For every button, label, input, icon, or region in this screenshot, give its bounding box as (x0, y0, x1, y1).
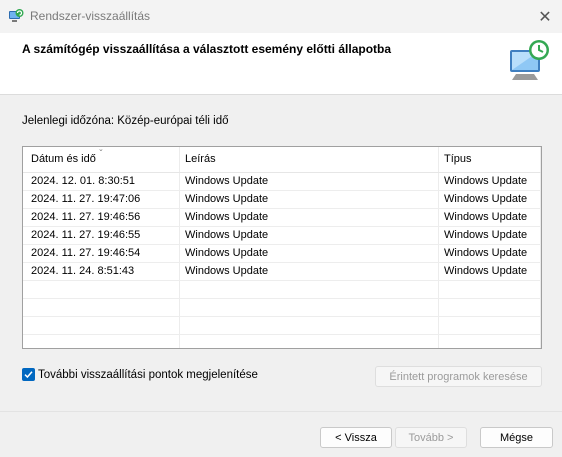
column-header-date[interactable]: Dátum és idő (31, 147, 96, 172)
back-button[interactable]: < Vissza (320, 427, 392, 448)
checkbox-checked-icon[interactable] (22, 368, 35, 381)
page-title: A számítógép visszaállítása a választott… (22, 42, 392, 56)
close-icon: ✕ (538, 8, 552, 26)
sort-descending-icon: ⌄ (98, 146, 104, 153)
empty-row (23, 281, 541, 299)
empty-row (23, 335, 541, 348)
close-button[interactable]: ✕ (528, 0, 562, 33)
next-button[interactable]: Tovább > (395, 427, 467, 448)
window-title: Rendszer-visszaállítás (30, 9, 151, 23)
table-row[interactable]: 2024. 11. 24. 8:51:43 Windows Update Win… (23, 263, 541, 281)
scan-affected-programs-button[interactable]: Érintett programok keresése (375, 366, 542, 387)
table-row[interactable]: 2024. 11. 27. 19:46:54 Windows Update Wi… (23, 245, 541, 263)
cancel-button[interactable]: Mégse (480, 427, 553, 448)
column-header-description[interactable]: Leírás (185, 147, 216, 172)
restore-points-table: Dátum és idő ⌄ Leírás Típus 2024. 12. 01… (22, 146, 542, 349)
table-row[interactable]: 2024. 11. 27. 19:47:06 Windows Update Wi… (23, 191, 541, 209)
timezone-label: Jelenlegi időzóna: Közép-európai téli id… (22, 115, 229, 127)
footer-divider (0, 411, 562, 412)
table-header: Dátum és idő ⌄ Leírás Típus (23, 147, 541, 173)
empty-row (23, 299, 541, 317)
show-more-restore-points-checkbox[interactable]: További visszaállítási pontok megjelenít… (22, 368, 258, 381)
system-restore-icon (510, 40, 549, 80)
table-row[interactable]: 2024. 11. 27. 19:46:56 Windows Update Wi… (23, 209, 541, 227)
system-restore-app-icon (9, 9, 24, 22)
show-more-label: További visszaállítási pontok megjelenít… (38, 368, 258, 381)
title-bar: Rendszer-visszaállítás ✕ (0, 0, 562, 33)
table-row[interactable]: 2024. 11. 27. 19:46:55 Windows Update Wi… (23, 227, 541, 245)
header-panel: A számítógép visszaállítása a választott… (0, 33, 562, 95)
empty-row (23, 317, 541, 335)
table-row[interactable]: 2024. 12. 01. 8:30:51 Windows Update Win… (23, 173, 541, 191)
column-header-type[interactable]: Típus (444, 147, 472, 172)
